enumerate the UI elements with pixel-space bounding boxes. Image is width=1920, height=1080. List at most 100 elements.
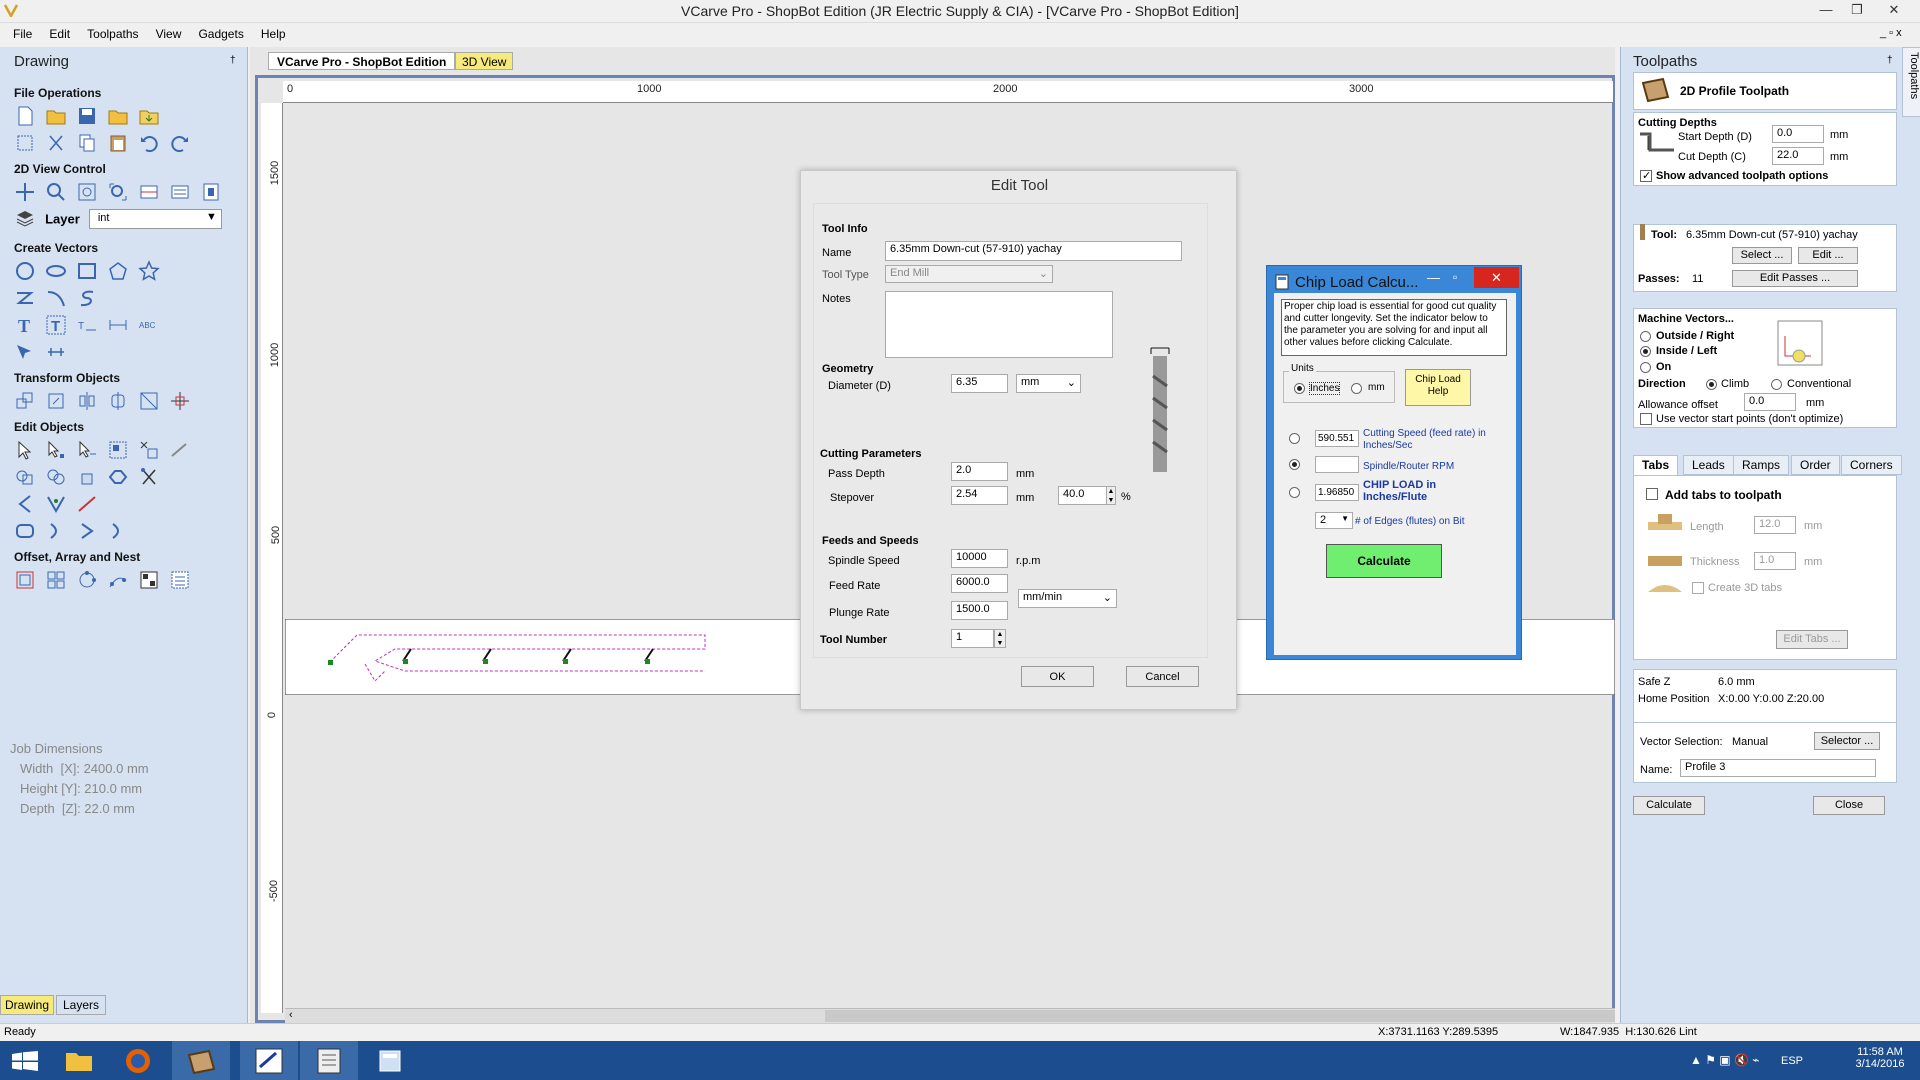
- allowance-input[interactable]: 0.0: [1744, 393, 1796, 411]
- conventional-radio[interactable]: [1771, 379, 1782, 390]
- scale-icon[interactable]: [138, 390, 160, 412]
- measure-icon[interactable]: [45, 341, 67, 363]
- tab-layers[interactable]: Layers: [56, 995, 107, 1015]
- view-material-icon[interactable]: [138, 181, 160, 203]
- move-icon[interactable]: [14, 390, 36, 412]
- vector-start-points-checkbox[interactable]: [1640, 413, 1652, 425]
- open-file-icon[interactable]: [45, 105, 67, 127]
- toolpath-name-input[interactable]: Profile 3: [1680, 759, 1876, 777]
- trim-icon[interactable]: [138, 466, 160, 488]
- plunge-rate-input[interactable]: 1500.0: [951, 601, 1008, 620]
- menu-gadgets[interactable]: Gadgets: [191, 23, 250, 45]
- paste-icon[interactable]: [107, 132, 129, 154]
- pan-icon[interactable]: [14, 181, 36, 203]
- text-icon[interactable]: T: [14, 314, 36, 336]
- diameter-input[interactable]: 6.35: [951, 374, 1008, 393]
- star-icon[interactable]: [138, 260, 161, 282]
- chamfer-icon[interactable]: [45, 493, 67, 515]
- ellipse-icon[interactable]: [45, 260, 67, 282]
- draw-pen-icon[interactable]: [14, 341, 36, 363]
- text-on-curve-icon[interactable]: T: [45, 314, 67, 336]
- clock[interactable]: 11:58 AM 3/14/2016: [1855, 1046, 1905, 1070]
- edit-passes-button[interactable]: Edit Passes ...: [1732, 270, 1858, 287]
- select-tool-button[interactable]: Select ...: [1732, 247, 1792, 264]
- mdi-window-controls[interactable]: _ ▫ x: [1880, 27, 1902, 39]
- tab-leads[interactable]: Leads: [1683, 455, 1734, 475]
- taskbar-vcarve[interactable]: [172, 1041, 230, 1080]
- new-file-icon[interactable]: [14, 105, 36, 127]
- curve-icon[interactable]: [76, 287, 98, 309]
- tool-number-input[interactable]: 1: [951, 629, 994, 648]
- close-vector-icon[interactable]: [45, 520, 67, 542]
- rpm-radio[interactable]: [1289, 459, 1300, 470]
- cutting-speed-radio[interactable]: [1289, 433, 1300, 444]
- spindle-speed-input[interactable]: 10000: [951, 549, 1008, 568]
- select-arrow-icon[interactable]: [14, 439, 36, 461]
- layer-select[interactable]: int ▼: [88, 209, 222, 229]
- smooth-icon[interactable]: [14, 520, 36, 542]
- array-copy-icon[interactable]: [45, 569, 67, 591]
- minimize-button[interactable]: —: [1812, 0, 1840, 20]
- import-icon[interactable]: [138, 105, 160, 127]
- view-toggle-icon[interactable]: [169, 181, 191, 203]
- advanced-options-checkbox[interactable]: ✓: [1640, 170, 1652, 182]
- text-abc-icon[interactable]: ABC: [138, 314, 160, 336]
- outside-right-radio[interactable]: [1640, 331, 1651, 342]
- stepover-input[interactable]: 2.54: [951, 486, 1008, 505]
- inside-left-radio[interactable]: [1640, 346, 1651, 357]
- circle-icon[interactable]: [14, 260, 36, 282]
- interactive-select-icon[interactable]: [76, 439, 98, 461]
- weld-icon[interactable]: [169, 439, 191, 461]
- calculate-toolpath-button[interactable]: Calculate: [1633, 796, 1705, 815]
- pass-depth-input[interactable]: 2.0: [951, 462, 1008, 481]
- menu-help[interactable]: Help: [254, 23, 293, 45]
- feed-rate-input[interactable]: 6000.0: [951, 574, 1008, 593]
- subtract-icon[interactable]: [45, 466, 67, 488]
- chip-load-input[interactable]: 1.96850: [1315, 484, 1359, 501]
- bend-icon[interactable]: [107, 520, 129, 542]
- snap-grid-icon[interactable]: [200, 181, 222, 203]
- chip-load-help-button[interactable]: Chip Load Help: [1405, 369, 1471, 406]
- restore-button[interactable]: ❐: [1843, 0, 1871, 20]
- circular-array-icon[interactable]: [76, 569, 98, 591]
- add-tabs-checkbox[interactable]: [1646, 488, 1658, 500]
- extend-icon[interactable]: [76, 493, 98, 515]
- mm-radio[interactable]: [1351, 383, 1362, 394]
- horizontal-scrollbar[interactable]: ‹: [285, 1008, 1615, 1023]
- tray-icons[interactable]: ▲ ⚑ ▣ 🔇 ⌁: [1690, 1053, 1759, 1067]
- tab-tabs[interactable]: Tabs: [1633, 455, 1679, 475]
- diameter-unit-select[interactable]: mm ⌄: [1016, 374, 1081, 393]
- stepover-spinner[interactable]: ▲ ▼: [1106, 486, 1116, 505]
- rate-unit-select[interactable]: mm/min ⌄: [1018, 589, 1117, 608]
- chip-maximize-button[interactable]: ▫: [1453, 270, 1457, 284]
- cut-icon[interactable]: [45, 132, 67, 154]
- rotate-icon[interactable]: [45, 390, 67, 412]
- scroll-left-icon[interactable]: ‹: [289, 1009, 293, 1021]
- tab-3d-view[interactable]: 3D View: [455, 52, 514, 70]
- center-icon[interactable]: [169, 390, 191, 412]
- climb-radio[interactable]: [1706, 379, 1717, 390]
- offset-icon[interactable]: [14, 569, 36, 591]
- taskbar-design-app[interactable]: [240, 1041, 298, 1080]
- arc-icon[interactable]: [45, 287, 67, 309]
- scrollbar-thumb[interactable]: [825, 1010, 1615, 1022]
- taskbar-explorer[interactable]: [50, 1041, 108, 1080]
- group-icon[interactable]: [107, 439, 129, 461]
- menu-file[interactable]: File: [6, 23, 39, 45]
- selector-button[interactable]: Selector ...: [1814, 732, 1880, 750]
- tab-ramps[interactable]: Ramps: [1733, 455, 1790, 475]
- mirror-icon[interactable]: [76, 390, 98, 412]
- polyline-icon[interactable]: [14, 287, 36, 309]
- zoom-extents-icon[interactable]: [76, 181, 98, 203]
- cut-depth-input[interactable]: 22.0: [1772, 147, 1824, 165]
- rectangle-icon[interactable]: [76, 260, 98, 282]
- tab-corners[interactable]: Corners: [1841, 455, 1902, 475]
- close-button[interactable]: ✕: [1880, 0, 1908, 20]
- edges-select[interactable]: 2 ▼: [1315, 512, 1353, 529]
- inches-radio[interactable]: [1294, 383, 1305, 394]
- cutting-speed-input[interactable]: 590.551: [1315, 430, 1359, 447]
- nest-icon[interactable]: [138, 569, 160, 591]
- auto-layout-text-icon[interactable]: T: [76, 314, 98, 336]
- intersect-icon[interactable]: [76, 466, 98, 488]
- rpm-input[interactable]: [1315, 456, 1359, 473]
